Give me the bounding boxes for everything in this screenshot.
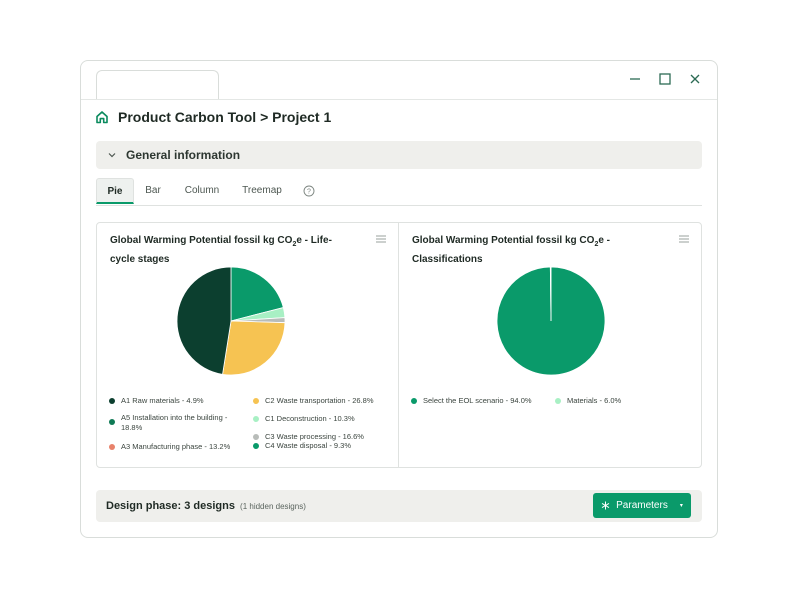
close-icon[interactable]	[687, 71, 703, 87]
legend-item-c1: C1 Deconstruction - 10.3%	[253, 414, 355, 424]
chart-menu-icon[interactable]	[679, 235, 689, 243]
parameters-button[interactable]: Parameters ▾	[593, 493, 691, 518]
legend-item-a5: A5 Installation into the building - 18.8…	[109, 413, 244, 433]
pie-slice[interactable]	[222, 320, 286, 376]
legend-item-c4: C4 Waste disposal - 9.3%	[253, 441, 351, 451]
svg-text:?: ?	[307, 189, 311, 196]
design-phase-bar: Design phase: 3 designs (1 hidden design…	[96, 490, 702, 522]
legend-dot	[253, 398, 259, 404]
home-icon[interactable]	[95, 110, 109, 124]
tab-column[interactable]: Column	[183, 178, 221, 204]
tab-treemap[interactable]: Treemap	[240, 178, 284, 204]
maximize-icon[interactable]	[657, 71, 673, 87]
legend-dot	[411, 398, 417, 404]
help-icon[interactable]: ?	[303, 185, 315, 197]
chart-type-tabs: Pie Bar Column Treemap ?	[96, 178, 702, 206]
legend-dot	[109, 398, 115, 404]
legend-dot	[109, 419, 115, 425]
hidden-designs-note: (1 hidden designs)	[240, 502, 306, 511]
legend-item-a1: A1 Raw materials - 4.9%	[109, 396, 204, 406]
pie-chart-classifications	[496, 266, 606, 376]
legend-dot	[109, 444, 115, 450]
chevron-down-icon[interactable]	[107, 150, 117, 160]
chart-panel-classifications: Global Warming Potential fossil kg CO2e …	[399, 223, 701, 467]
window-tab[interactable]	[96, 70, 219, 99]
window-controls	[627, 71, 703, 87]
tab-bar[interactable]: Bar	[144, 178, 162, 204]
legend-dot	[555, 398, 561, 404]
legend-item-eol: Select the EOL scenario - 94.0%	[411, 396, 532, 406]
caret-down-icon: ▾	[679, 503, 683, 509]
legend-item-materials: Materials - 6.0%	[555, 396, 621, 406]
chart-menu-icon[interactable]	[376, 235, 386, 243]
app-window: Product Carbon Tool > Project 1 General …	[80, 60, 718, 538]
charts-container: Global Warming Potential fossil kg CO2e …	[96, 222, 702, 468]
chart-title: Global Warming Potential fossil kg CO2e …	[412, 235, 611, 265]
design-phase-label: Design phase: 3 designs (1 hidden design…	[106, 500, 306, 512]
page-title: Product Carbon Tool > Project 1	[118, 109, 332, 125]
pie-slice[interactable]	[176, 266, 232, 375]
chart-title: Global Warming Potential fossil kg CO2e …	[110, 235, 332, 265]
legend-dot	[253, 416, 259, 422]
page-header: Product Carbon Tool > Project 1	[95, 109, 331, 125]
legend-item-c2: C2 Waste transportation - 26.8%	[253, 396, 374, 406]
legend-dot	[253, 443, 259, 449]
general-information-section[interactable]: General information	[96, 141, 702, 169]
chart-panel-life-cycle: Global Warming Potential fossil kg CO2e …	[97, 223, 399, 467]
minimize-icon[interactable]	[627, 71, 643, 87]
legend-item-a3: A3 Manufacturing phase - 13.2%	[109, 442, 230, 452]
tab-pie[interactable]: Pie	[96, 178, 134, 204]
section-title: General information	[126, 148, 241, 162]
pie-chart-life-cycle	[176, 266, 286, 376]
snowflake-icon	[601, 501, 610, 510]
title-bar	[81, 61, 717, 100]
legend-dot	[253, 434, 259, 440]
